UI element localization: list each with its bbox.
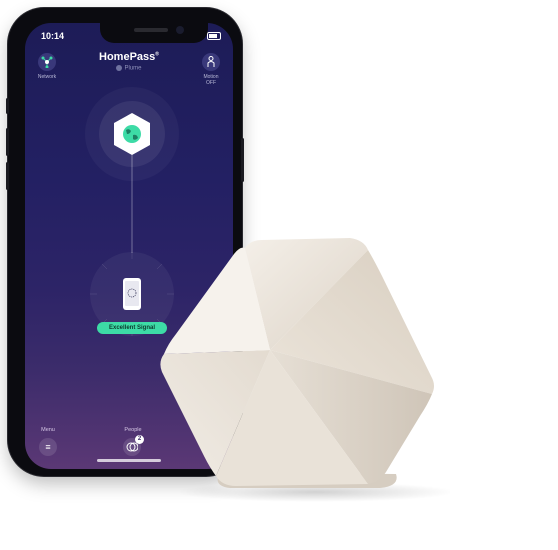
volume-up-button: [6, 128, 9, 156]
power-button: [241, 138, 244, 182]
plume-pod-device: [160, 238, 450, 502]
battery-icon: [207, 32, 221, 41]
network-label: Network: [37, 74, 57, 80]
app-title-text: HomePass: [99, 51, 156, 63]
volume-down-button: [6, 162, 9, 190]
status-time: 10:14: [41, 31, 65, 41]
people-label: People: [124, 427, 142, 433]
device-node[interactable]: [122, 277, 142, 311]
gateway-node[interactable]: [109, 111, 155, 157]
motion-button[interactable]: [202, 53, 220, 71]
globe-icon: [123, 125, 141, 143]
hamburger-icon: ≡: [45, 442, 51, 452]
network-button[interactable]: [38, 53, 56, 71]
app-subtitle: Plume: [25, 65, 233, 72]
menu-label: Menu: [41, 427, 55, 433]
product-image: 10:14 ▂▄▆ ◠ HomePass® Plume: [0, 0, 558, 550]
front-camera: [176, 26, 184, 34]
network-icon: [41, 56, 53, 68]
menu-button[interactable]: ≡: [39, 438, 57, 456]
phone-notch: [100, 23, 208, 43]
motion-person-icon: [207, 56, 215, 67]
plume-logo-icon: [116, 65, 123, 71]
earpiece-speaker: [134, 28, 168, 32]
people-button[interactable]: 2: [123, 435, 144, 456]
smartphone-icon: [123, 278, 141, 310]
people-badge: 2: [135, 435, 144, 444]
silent-switch: [6, 98, 9, 114]
app-subtitle-text: Plume: [124, 65, 142, 72]
